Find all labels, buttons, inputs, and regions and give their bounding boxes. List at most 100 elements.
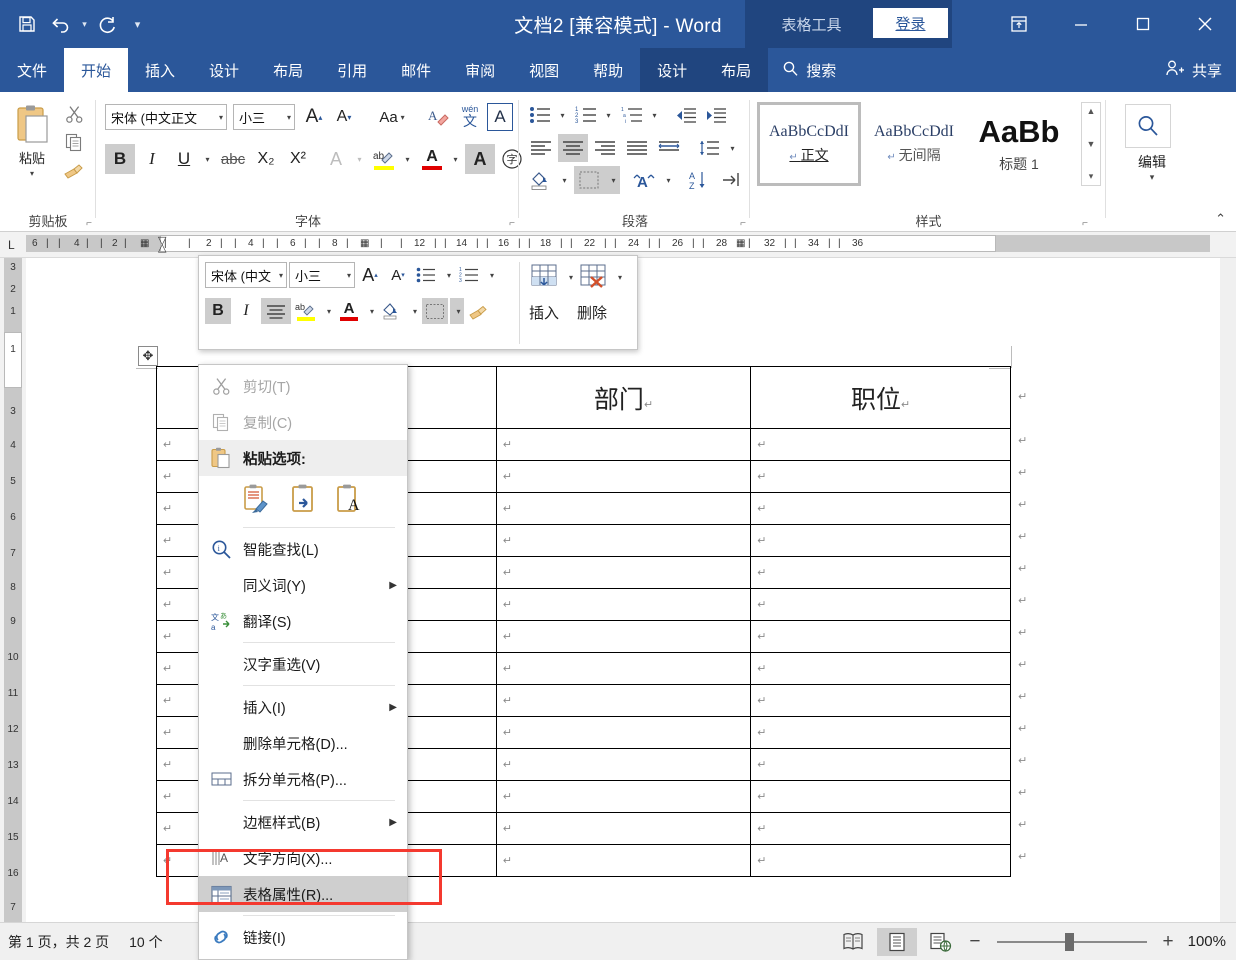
menu-item-11[interactable]: 插入(I) ▶ xyxy=(199,689,407,725)
clipboard-dialog-launcher[interactable]: ⌐ xyxy=(86,218,92,229)
styles-more-icon[interactable]: ▾ xyxy=(1089,171,1094,182)
menu-item-5[interactable]: i 智能查找(L) xyxy=(199,531,407,567)
style-item-nospacing[interactable]: AaBbCcDdI ↵ 无间隔 xyxy=(861,102,967,186)
style-item-heading1[interactable]: AaBb 标题 1 xyxy=(967,102,1071,186)
share-button[interactable]: 共享 xyxy=(1165,48,1222,92)
subscript-button[interactable]: X₂ xyxy=(251,144,281,174)
mini-font-name-combo[interactable]: 宋体 (中文 ▾ xyxy=(205,262,287,288)
shading-caret-icon[interactable]: ▾ xyxy=(556,166,570,194)
mini-highlight-icon[interactable]: ab xyxy=(293,298,319,324)
increase-indent-icon[interactable] xyxy=(702,102,730,128)
print-layout-icon[interactable] xyxy=(877,927,918,956)
table-cell[interactable]: ↵ xyxy=(495,684,752,717)
table-cell[interactable]: ↵ xyxy=(495,844,752,877)
justify-icon[interactable] xyxy=(622,134,652,162)
character-border-icon[interactable]: A xyxy=(487,103,513,131)
paste-dropdown-caret-icon[interactable]: ▾ xyxy=(30,169,34,178)
vertical-ruler[interactable]: 3 2 1 1 3 4 5 6 7 8 9 10 11 12 13 14 15 … xyxy=(0,258,26,922)
mini-align-center-icon[interactable] xyxy=(261,298,291,324)
menu-item-16[interactable]: A 文字方向(X)... xyxy=(199,840,407,876)
grow-font-button[interactable]: A ▴ xyxy=(301,104,327,130)
tab-layout[interactable]: 布局 xyxy=(256,48,320,92)
line-spacing-icon[interactable] xyxy=(694,134,724,162)
tab-stop-selector-icon[interactable]: L xyxy=(8,238,15,252)
styles-dialog-launcher[interactable]: ⌐ xyxy=(1082,218,1088,229)
mini-format-painter-icon[interactable] xyxy=(466,298,492,324)
menu-item-17[interactable]: 表格属性(R)... xyxy=(199,876,407,912)
mini-formatting-toolbar[interactable]: 宋体 (中文 ▾ 小三 ▾ A ▴ A ▾ ▾ 123 ▾ B I ab ▾ A ▾ xyxy=(198,255,638,350)
menu-item-13[interactable]: 拆分单元格(P)... xyxy=(199,761,407,797)
table-cell[interactable]: ↵ xyxy=(750,588,1011,621)
distribute-icon[interactable] xyxy=(654,134,684,162)
mini-bullets-icon[interactable] xyxy=(413,262,439,288)
table-cell[interactable]: ↵ xyxy=(750,556,1011,589)
context-menu[interactable]: 剪切(T) 复制(C) 粘贴选项: Ai 智能查找(L) 同义词(Y) ▶ 文あ a 翻译(S) 汉… xyxy=(198,364,408,960)
read-mode-icon[interactable] xyxy=(833,928,873,956)
tab-references[interactable]: 引用 xyxy=(320,48,384,92)
mini-shading-caret-icon[interactable]: ▾ xyxy=(407,298,420,324)
mini-font-size-combo[interactable]: 小三 ▾ xyxy=(289,262,355,288)
font-size-combo[interactable]: 小三 ▾ xyxy=(233,104,295,130)
paste-text-only-icon[interactable]: A xyxy=(335,483,365,518)
tab-home[interactable]: 开始 xyxy=(64,48,129,92)
mini-grow-font-button[interactable]: A ▴ xyxy=(357,262,383,288)
insert-table-caret-icon[interactable]: ▾ xyxy=(563,264,576,290)
table-cell[interactable]: ↵ xyxy=(495,620,752,653)
menu-item-9[interactable]: 汉字重选(V) xyxy=(199,646,407,682)
align-center-icon[interactable] xyxy=(558,134,588,162)
strikethrough-button[interactable]: abc xyxy=(217,144,249,174)
styles-scroll-up-icon[interactable]: ▲ xyxy=(1087,106,1096,116)
align-right-icon[interactable] xyxy=(590,134,620,162)
table-cell[interactable]: ↵ xyxy=(495,556,752,589)
vertical-scrollbar[interactable] xyxy=(1220,258,1236,922)
mini-insert-label[interactable]: 插入 xyxy=(529,302,559,323)
mini-borders-icon[interactable] xyxy=(422,298,448,324)
mini-borders-caret-icon[interactable]: ▾ xyxy=(450,298,464,324)
numbering-caret-icon[interactable]: ▾ xyxy=(600,102,614,128)
indent-marker-icon[interactable]: ▽ △ xyxy=(158,234,166,257)
table-header-dept[interactable]: 部门↵ xyxy=(495,366,752,429)
paste-merge-formatting-icon[interactable] xyxy=(289,483,319,518)
copy-icon[interactable] xyxy=(62,130,86,154)
sort-chars-icon[interactable]: A xyxy=(630,166,660,194)
tab-help[interactable]: 帮助 xyxy=(576,48,640,92)
tab-review[interactable]: 审阅 xyxy=(448,48,512,92)
table-cell[interactable]: ↵ xyxy=(750,748,1011,781)
table-cell[interactable]: ↵ xyxy=(750,652,1011,685)
table-cell[interactable]: ↵ xyxy=(750,684,1011,717)
minimize-icon[interactable] xyxy=(1050,0,1112,48)
text-highlight-icon[interactable]: ab xyxy=(369,144,399,174)
word-count-indicator[interactable]: 10 个 xyxy=(129,932,162,952)
highlight-caret-icon[interactable]: ▾ xyxy=(399,144,413,174)
tab-table-layout[interactable]: 布局 xyxy=(704,48,769,92)
search-box[interactable]: 搜索 xyxy=(768,48,850,92)
table-cell[interactable]: ↵ xyxy=(750,780,1011,813)
clear-formatting-icon[interactable]: A xyxy=(425,104,453,130)
multilevel-caret-icon[interactable]: ▾ xyxy=(646,102,660,128)
menu-item-6[interactable]: 同义词(Y) ▶ xyxy=(199,567,407,603)
line-spacing-caret-icon[interactable]: ▾ xyxy=(724,134,738,162)
save-icon[interactable] xyxy=(10,7,44,41)
delete-table-icon[interactable] xyxy=(578,262,610,292)
mini-numbering-caret-icon[interactable]: ▾ xyxy=(484,262,497,288)
shading-icon[interactable] xyxy=(526,166,556,194)
mini-highlight-caret-icon[interactable]: ▾ xyxy=(321,298,334,324)
styles-scroll-down-icon[interactable]: ▼ xyxy=(1087,139,1096,149)
tab-table-design[interactable]: 设计 xyxy=(640,48,705,92)
table-cell[interactable]: ↵ xyxy=(495,780,752,813)
table-cell[interactable]: ↵ xyxy=(750,620,1011,653)
editing-caret-icon[interactable]: ▾ xyxy=(1107,172,1197,183)
superscript-button[interactable]: X² xyxy=(283,144,313,174)
table-cell[interactable]: ↵ xyxy=(495,428,752,461)
decrease-indent-icon[interactable] xyxy=(672,102,700,128)
mini-bullets-caret-icon[interactable]: ▾ xyxy=(441,262,454,288)
table-cell[interactable]: ↵ xyxy=(750,716,1011,749)
menu-item-7[interactable]: 文あ a 翻译(S) xyxy=(199,603,407,639)
paste-options-row[interactable]: A xyxy=(199,476,407,524)
font-dialog-launcher[interactable]: ⌐ xyxy=(509,218,515,229)
table-cell[interactable]: ↵ xyxy=(495,524,752,557)
multilevel-list-icon[interactable]: 1ai xyxy=(618,102,646,128)
menu-item-15[interactable]: 边框样式(B) ▶ xyxy=(199,804,407,840)
undo-icon[interactable] xyxy=(44,7,78,41)
numbering-icon[interactable]: 123 xyxy=(572,102,600,128)
